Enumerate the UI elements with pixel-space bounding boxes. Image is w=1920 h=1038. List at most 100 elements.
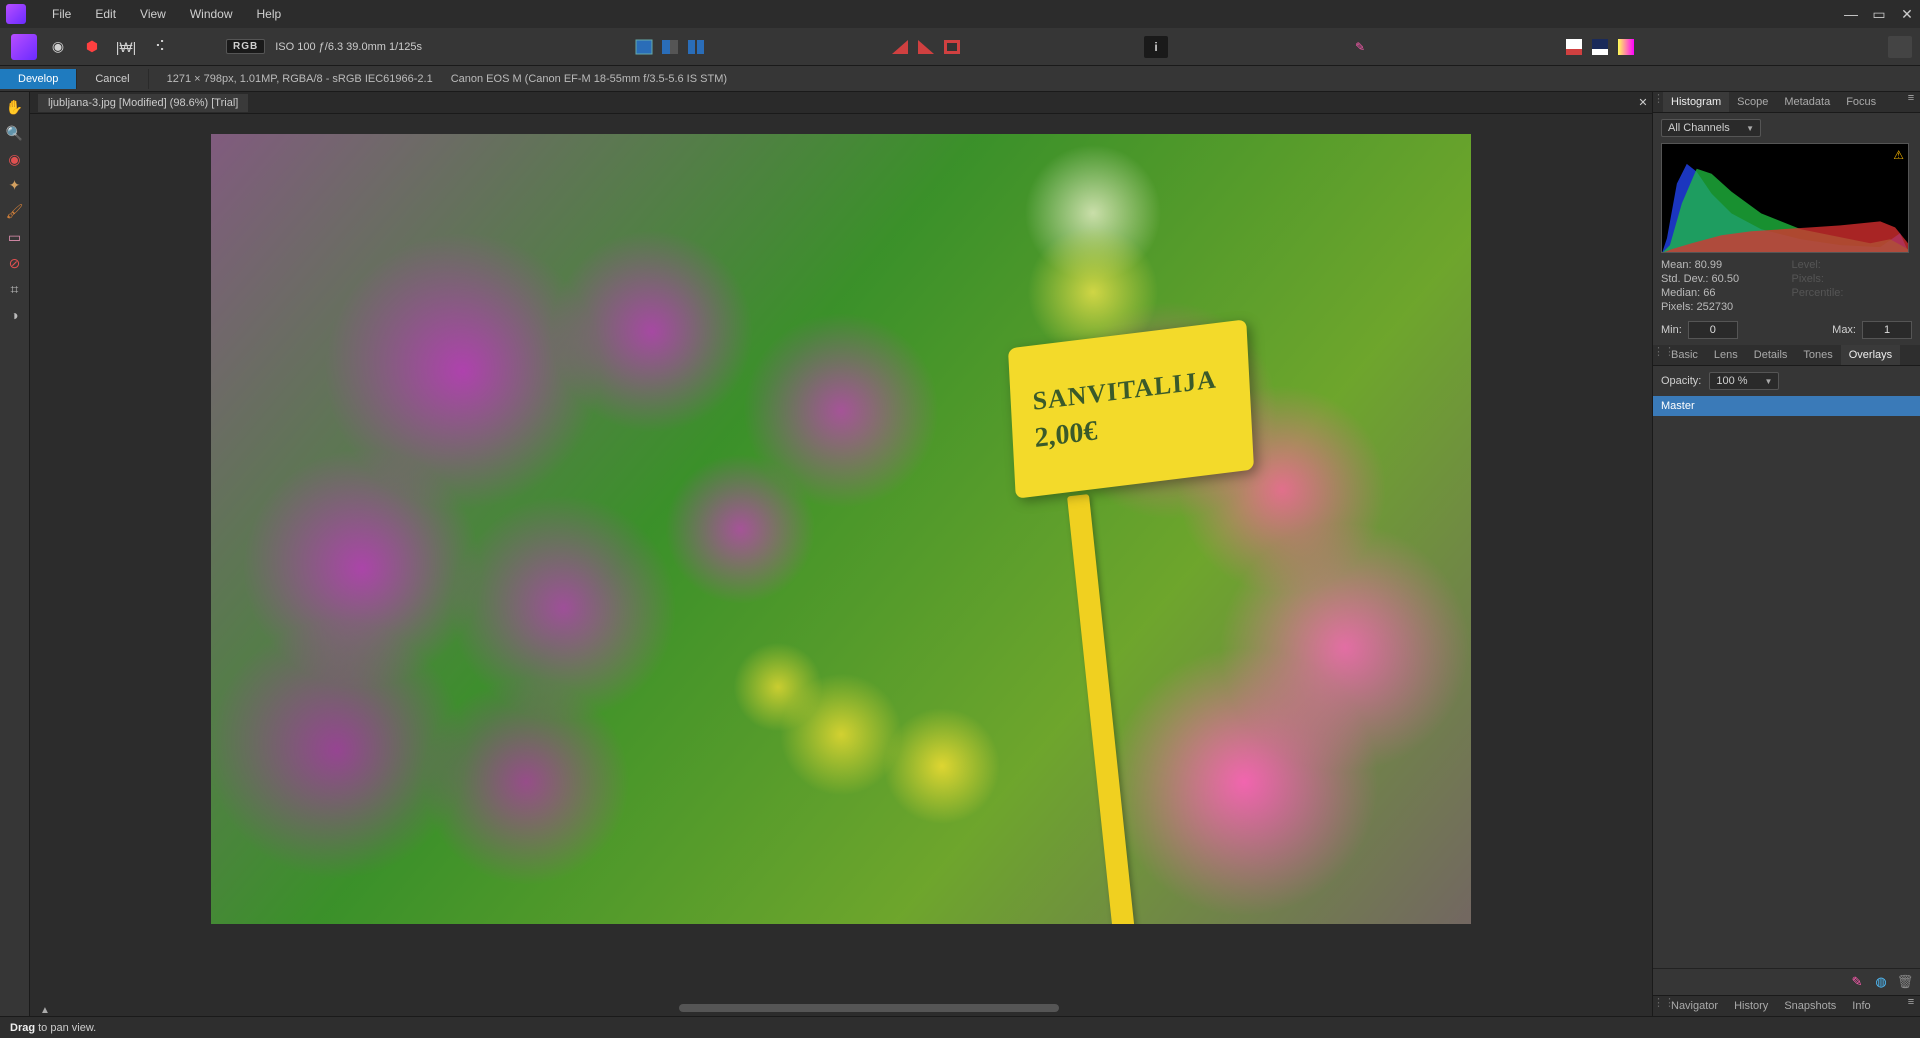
tab-basic[interactable]: Basic — [1663, 345, 1706, 365]
title-bar: File Edit View Window Help — ▭ ✕ — [0, 0, 1920, 28]
opacity-value: 100 % — [1716, 375, 1747, 387]
clip-tones-icon[interactable] — [940, 36, 964, 58]
export-persona-icon[interactable]: ⠪ — [147, 34, 173, 60]
stddev-value: 60.50 — [1712, 273, 1740, 285]
plant-price-sign: SANVITALIJA 2,00€ — [1008, 319, 1254, 498]
menu-view[interactable]: View — [128, 2, 178, 26]
max-label: Max: — [1832, 324, 1856, 336]
photo-canvas[interactable]: SANVITALIJA 2,00€ — [211, 134, 1471, 924]
clip-shadows-icon[interactable] — [888, 36, 912, 58]
tone-mapping-persona-icon[interactable]: |₩| — [113, 34, 139, 60]
master-overlay-item[interactable]: Master — [1653, 396, 1920, 416]
main-toolbar: ◉ ⬢ |₩| ⠪ RGB ISO 100 ƒ/6.3 39.0mm 1/125… — [0, 28, 1920, 66]
opacity-label: Opacity: — [1661, 375, 1701, 387]
channels-dropdown-label: All Channels — [1668, 122, 1730, 134]
panel-drag-handle-icon[interactable]: ⋮⋮ — [1653, 345, 1663, 365]
tab-focus[interactable]: Focus — [1838, 92, 1884, 112]
min-max-row: Min: Max: — [1661, 321, 1912, 339]
menu-bar: File Edit View Window Help — [40, 2, 293, 26]
camera-model-label: Canon EOS M (Canon EF-M 18-55mm f/3.5-5.… — [451, 73, 727, 85]
histogram-display[interactable]: ⚠ — [1661, 143, 1909, 253]
zoom-tool-icon[interactable]: 🔍 — [4, 122, 26, 144]
close-button[interactable]: ✕ — [1900, 7, 1914, 21]
menu-edit[interactable]: Edit — [83, 2, 128, 26]
show-info-icon[interactable]: i — [1144, 36, 1168, 58]
tab-details[interactable]: Details — [1746, 345, 1796, 365]
menu-help[interactable]: Help — [245, 2, 294, 26]
app-logo-icon — [6, 4, 26, 24]
red-eye-tool-icon[interactable]: ◉ — [4, 148, 26, 170]
gradient-swatch-1-icon[interactable] — [1562, 36, 1586, 58]
panel-drag-handle-icon[interactable]: ⋮⋮ — [1653, 92, 1663, 112]
panel-menu-icon[interactable]: ≡ — [1902, 92, 1920, 112]
delete-overlay-icon[interactable]: 🗑 — [1896, 973, 1914, 991]
canvas-area: ljubljana-3.jpg [Modified] (98.6%) [Tria… — [30, 92, 1652, 1016]
overlays-panel: Opacity: 100 % ▼ Master — [1653, 366, 1920, 422]
blemish-tool-icon[interactable]: ✦ — [4, 174, 26, 196]
tab-snapshots[interactable]: Snapshots — [1776, 996, 1844, 1016]
assistant-icon[interactable] — [1888, 36, 1912, 58]
cancel-button[interactable]: Cancel — [77, 69, 148, 89]
pixels-value: 252730 — [1696, 301, 1733, 313]
histogram-panel: All Channels ▼ ⚠ Mean: 80.99 Level: Std.… — [1653, 113, 1920, 345]
overlay-footer-icons: ✎ ◍ 🗑 — [1653, 968, 1920, 995]
clip-highlights-icon[interactable] — [914, 36, 938, 58]
gradient-swatch-2-icon[interactable] — [1588, 36, 1612, 58]
color-format-chip: RGB — [226, 39, 265, 54]
tab-overlays[interactable]: Overlays — [1841, 345, 1900, 365]
tab-metadata[interactable]: Metadata — [1776, 92, 1838, 112]
brush-overlay-icon[interactable]: ✎ — [1848, 973, 1866, 991]
bottom-panel-tabs: ⋮⋮ Navigator History Snapshots Info ≡ — [1653, 995, 1920, 1016]
tab-histogram[interactable]: Histogram — [1663, 92, 1729, 112]
min-input[interactable] — [1688, 321, 1738, 339]
minimize-button[interactable]: — — [1844, 7, 1858, 21]
resize-arrow-icon[interactable]: ▲ — [40, 1005, 50, 1016]
overlay-paint-tool-icon[interactable]: 🖌 — [4, 200, 26, 222]
menu-window[interactable]: Window — [178, 2, 245, 26]
single-view-icon[interactable] — [632, 36, 656, 58]
tab-info[interactable]: Info — [1844, 996, 1878, 1016]
white-balance-tool-icon[interactable]: ◑ — [4, 304, 26, 326]
tab-close-icon[interactable]: ✕ — [1634, 96, 1652, 109]
gradient-overlay-icon[interactable]: ◍ — [1872, 973, 1890, 991]
mean-label: Mean: — [1661, 259, 1692, 271]
maximize-button[interactable]: ▭ — [1872, 7, 1886, 21]
tab-lens[interactable]: Lens — [1706, 345, 1746, 365]
median-value: 66 — [1703, 287, 1715, 299]
document-dimensions-label: 1271 × 798px, 1.01MP, RGBA/8 - sRGB IEC6… — [167, 73, 433, 85]
chevron-down-icon: ▼ — [1746, 124, 1754, 133]
view-tool-icon[interactable]: ✋ — [4, 96, 26, 118]
panel-menu-icon[interactable]: ≡ — [1902, 996, 1920, 1016]
histogram-stats: Mean: 80.99 Level: Std. Dev.: 60.50 Pixe… — [1661, 259, 1912, 313]
panel-drag-handle-icon[interactable]: ⋮⋮ — [1653, 996, 1663, 1016]
channels-dropdown[interactable]: All Channels ▼ — [1661, 119, 1761, 137]
overlay-erase-tool-icon[interactable]: ▭ — [4, 226, 26, 248]
tab-scope[interactable]: Scope — [1729, 92, 1776, 112]
canvas-viewport[interactable]: SANVITALIJA 2,00€ — [30, 114, 1652, 1016]
gradient-swatch-3-icon[interactable] — [1614, 36, 1638, 58]
horizontal-scrollbar[interactable] — [679, 1004, 1059, 1012]
max-input[interactable] — [1862, 321, 1912, 339]
mirror-view-icon[interactable] — [684, 36, 708, 58]
tab-history[interactable]: History — [1726, 996, 1776, 1016]
menu-file[interactable]: File — [40, 2, 83, 26]
tab-tones[interactable]: Tones — [1795, 345, 1840, 365]
overlay-gradient-tool-icon[interactable]: ⊘ — [4, 252, 26, 274]
pixels-label: Pixels: — [1661, 301, 1693, 313]
document-tab[interactable]: ljubljana-3.jpg [Modified] (98.6%) [Tria… — [38, 94, 248, 112]
mean-value: 80.99 — [1695, 259, 1723, 271]
liquify-persona-icon[interactable]: ◉ — [45, 34, 71, 60]
opacity-dropdown[interactable]: 100 % ▼ — [1709, 372, 1779, 390]
chevron-down-icon: ▼ — [1764, 377, 1772, 386]
develop-persona-icon[interactable]: ⬢ — [79, 34, 105, 60]
develop-button[interactable]: Develop — [0, 69, 77, 89]
develop-panel-tabs: ⋮⋮ Basic Lens Details Tones Overlays — [1653, 345, 1920, 366]
camera-exif-label: ISO 100 ƒ/6.3 39.0mm 1/125s — [275, 41, 422, 53]
status-hint: Drag to pan view. — [10, 1022, 96, 1034]
right-panel: ⋮⋮ Histogram Scope Metadata Focus ≡ All … — [1652, 92, 1920, 1016]
photo-persona-icon[interactable] — [11, 34, 37, 60]
sync-icon[interactable]: ✎ — [1348, 36, 1372, 58]
tab-navigator[interactable]: Navigator — [1663, 996, 1726, 1016]
crop-tool-icon[interactable]: ⌗ — [4, 278, 26, 300]
split-view-icon[interactable] — [658, 36, 682, 58]
